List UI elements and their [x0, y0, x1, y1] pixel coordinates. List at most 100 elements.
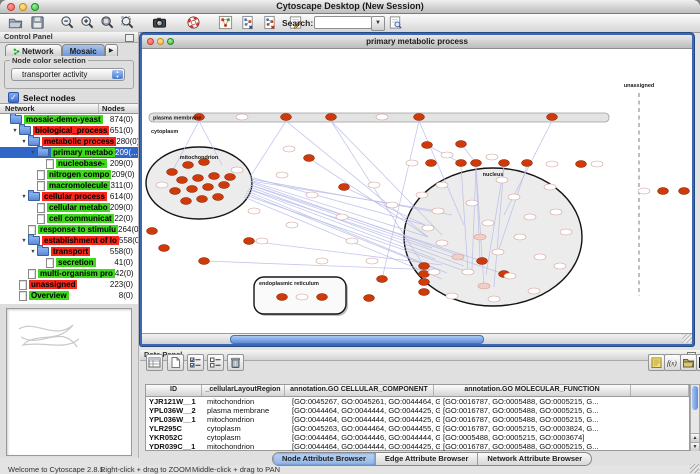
- attribute-grid-icon[interactable]: [146, 354, 163, 371]
- network-node[interactable]: [326, 114, 337, 121]
- network-node-label[interactable]: [462, 269, 474, 275]
- column-header-region[interactable]: _cellularLayoutRegion: [202, 385, 285, 396]
- canvas-horizontal-scrollbar[interactable]: [142, 333, 692, 344]
- snapshot-icon[interactable]: [152, 15, 167, 30]
- network-node-label[interactable]: [492, 249, 504, 255]
- network-node-label[interactable]: [638, 188, 650, 194]
- network-view-titlebar[interactable]: primary metabolic process: [142, 35, 692, 49]
- network-node-label[interactable]: [482, 220, 494, 226]
- column-header-molecular-function[interactable]: annotation.GO MOLECULAR_FUNCTION: [434, 385, 631, 396]
- disclosure-triangle-icon[interactable]: ▼: [11, 128, 19, 134]
- network-node-label[interactable]: [488, 296, 500, 302]
- tree-row[interactable]: unassigned223(0): [0, 279, 138, 290]
- scrollbar-thumb[interactable]: [230, 335, 484, 344]
- network-node[interactable]: [422, 142, 433, 149]
- save-icon[interactable]: [30, 15, 45, 30]
- network-node-label[interactable]: [554, 263, 566, 269]
- network-node-label[interactable]: [236, 114, 248, 120]
- network-node-label[interactable]: [368, 182, 380, 188]
- network-node-label[interactable]: [441, 152, 453, 158]
- network-node[interactable]: [317, 294, 328, 301]
- network-node-label[interactable]: [524, 214, 536, 220]
- tree-row[interactable]: secretion41(0): [0, 257, 138, 268]
- network-node-label[interactable]: [156, 182, 168, 188]
- disclosure-triangle-icon[interactable]: ▼: [29, 249, 37, 255]
- network-node-label[interactable]: [296, 294, 308, 300]
- tree-row[interactable]: response to stimulu264(0): [0, 224, 138, 235]
- import-attributes-icon[interactable]: [680, 354, 697, 371]
- disclosure-triangle-icon[interactable]: ▼: [20, 194, 28, 200]
- network-node[interactable]: [244, 238, 255, 245]
- network-node-label[interactable]: [474, 234, 486, 240]
- network-node[interactable]: [225, 174, 236, 181]
- network-node[interactable]: [304, 155, 315, 162]
- disclosure-triangle-icon[interactable]: ▼: [20, 139, 28, 145]
- table-row[interactable]: YPL036W__1mitochondrion[GO:0044464, GO:0…: [146, 415, 689, 424]
- network-node-label[interactable]: [386, 202, 398, 208]
- network-node-label[interactable]: [248, 208, 260, 214]
- network-node-label[interactable]: [446, 293, 458, 299]
- network-node-label[interactable]: [422, 225, 434, 231]
- search-settings-icon[interactable]: [388, 15, 403, 30]
- table-row[interactable]: YJR121W__1mitochondrion[GO:0045267, GO:0…: [146, 397, 689, 406]
- scroll-down-arrow[interactable]: ▼: [691, 442, 699, 451]
- birdseye-view[interactable]: [6, 308, 132, 456]
- tree-row[interactable]: ▼biological_process651(0): [0, 125, 138, 136]
- tree-row[interactable]: ▼metabolic process280(0): [0, 136, 138, 147]
- resize-grip-icon[interactable]: [682, 334, 692, 343]
- network-node-label[interactable]: [452, 254, 464, 260]
- tree-header-nodes[interactable]: Nodes: [99, 104, 138, 113]
- create-network-icon[interactable]: [240, 15, 255, 30]
- network-node[interactable]: [187, 186, 198, 193]
- network-node[interactable]: [576, 161, 587, 168]
- network-node[interactable]: [177, 177, 188, 184]
- network-node-label[interactable]: [286, 222, 298, 228]
- search-dropdown-arrow[interactable]: ▼: [371, 16, 385, 31]
- select-attributes-icon[interactable]: [187, 354, 204, 371]
- column-header-cellular-component[interactable]: annotation.GO CELLULAR_COMPONENT: [285, 385, 434, 396]
- tree-row[interactable]: Overview8(0): [0, 290, 138, 301]
- network-node-label[interactable]: [436, 182, 448, 188]
- network-node[interactable]: [199, 258, 210, 265]
- tree-row[interactable]: multi-organism pro42(0): [0, 268, 138, 279]
- network-node-label[interactable]: [432, 208, 444, 214]
- network-node-label[interactable]: [560, 229, 572, 235]
- network-node[interactable]: [547, 114, 558, 121]
- destroy-network-icon[interactable]: [262, 15, 277, 30]
- tab-overflow-arrow[interactable]: ▶: [105, 44, 118, 56]
- network-view-icon[interactable]: [218, 15, 233, 30]
- network-node[interactable]: [456, 141, 467, 148]
- view-zoom-button[interactable]: [167, 38, 174, 45]
- network-node[interactable]: [658, 188, 669, 195]
- network-node-label[interactable]: [283, 146, 295, 152]
- network-node-label[interactable]: [406, 160, 418, 166]
- network-node-label[interactable]: [514, 234, 526, 240]
- network-node[interactable]: [203, 184, 214, 191]
- node-color-select[interactable]: transporter activity ▲▼: [11, 68, 125, 81]
- table-row[interactable]: YDR039C__1mitochondrion[GO:0044464, GO:0…: [146, 442, 689, 451]
- network-node[interactable]: [419, 289, 430, 296]
- network-node-label[interactable]: [544, 184, 556, 190]
- tab-node-attribute-browser[interactable]: Node Attribute Browser: [273, 453, 376, 465]
- network-node[interactable]: [277, 294, 288, 301]
- network-node-label[interactable]: [428, 269, 440, 275]
- network-node[interactable]: [197, 196, 208, 203]
- zoom-in-icon[interactable]: [80, 15, 95, 30]
- network-node[interactable]: [281, 114, 292, 121]
- network-node[interactable]: [213, 194, 224, 201]
- scrollbar-thumb[interactable]: [692, 386, 698, 410]
- tree-row[interactable]: macromolecule311(0): [0, 180, 138, 191]
- network-node[interactable]: [209, 173, 220, 180]
- zoom-fit-icon[interactable]: [120, 15, 135, 30]
- network-node-label[interactable]: [346, 238, 358, 244]
- network-node[interactable]: [193, 175, 204, 182]
- delete-attribute-icon[interactable]: [227, 354, 244, 371]
- network-node-label[interactable]: [550, 209, 562, 215]
- network-node-label[interactable]: [306, 192, 318, 198]
- search-input[interactable]: [314, 16, 372, 29]
- network-node[interactable]: [471, 160, 482, 167]
- network-node[interactable]: [147, 228, 158, 235]
- tree-row[interactable]: cell communicat22(0): [0, 213, 138, 224]
- network-node-label[interactable]: [256, 238, 268, 244]
- network-node[interactable]: [522, 160, 533, 167]
